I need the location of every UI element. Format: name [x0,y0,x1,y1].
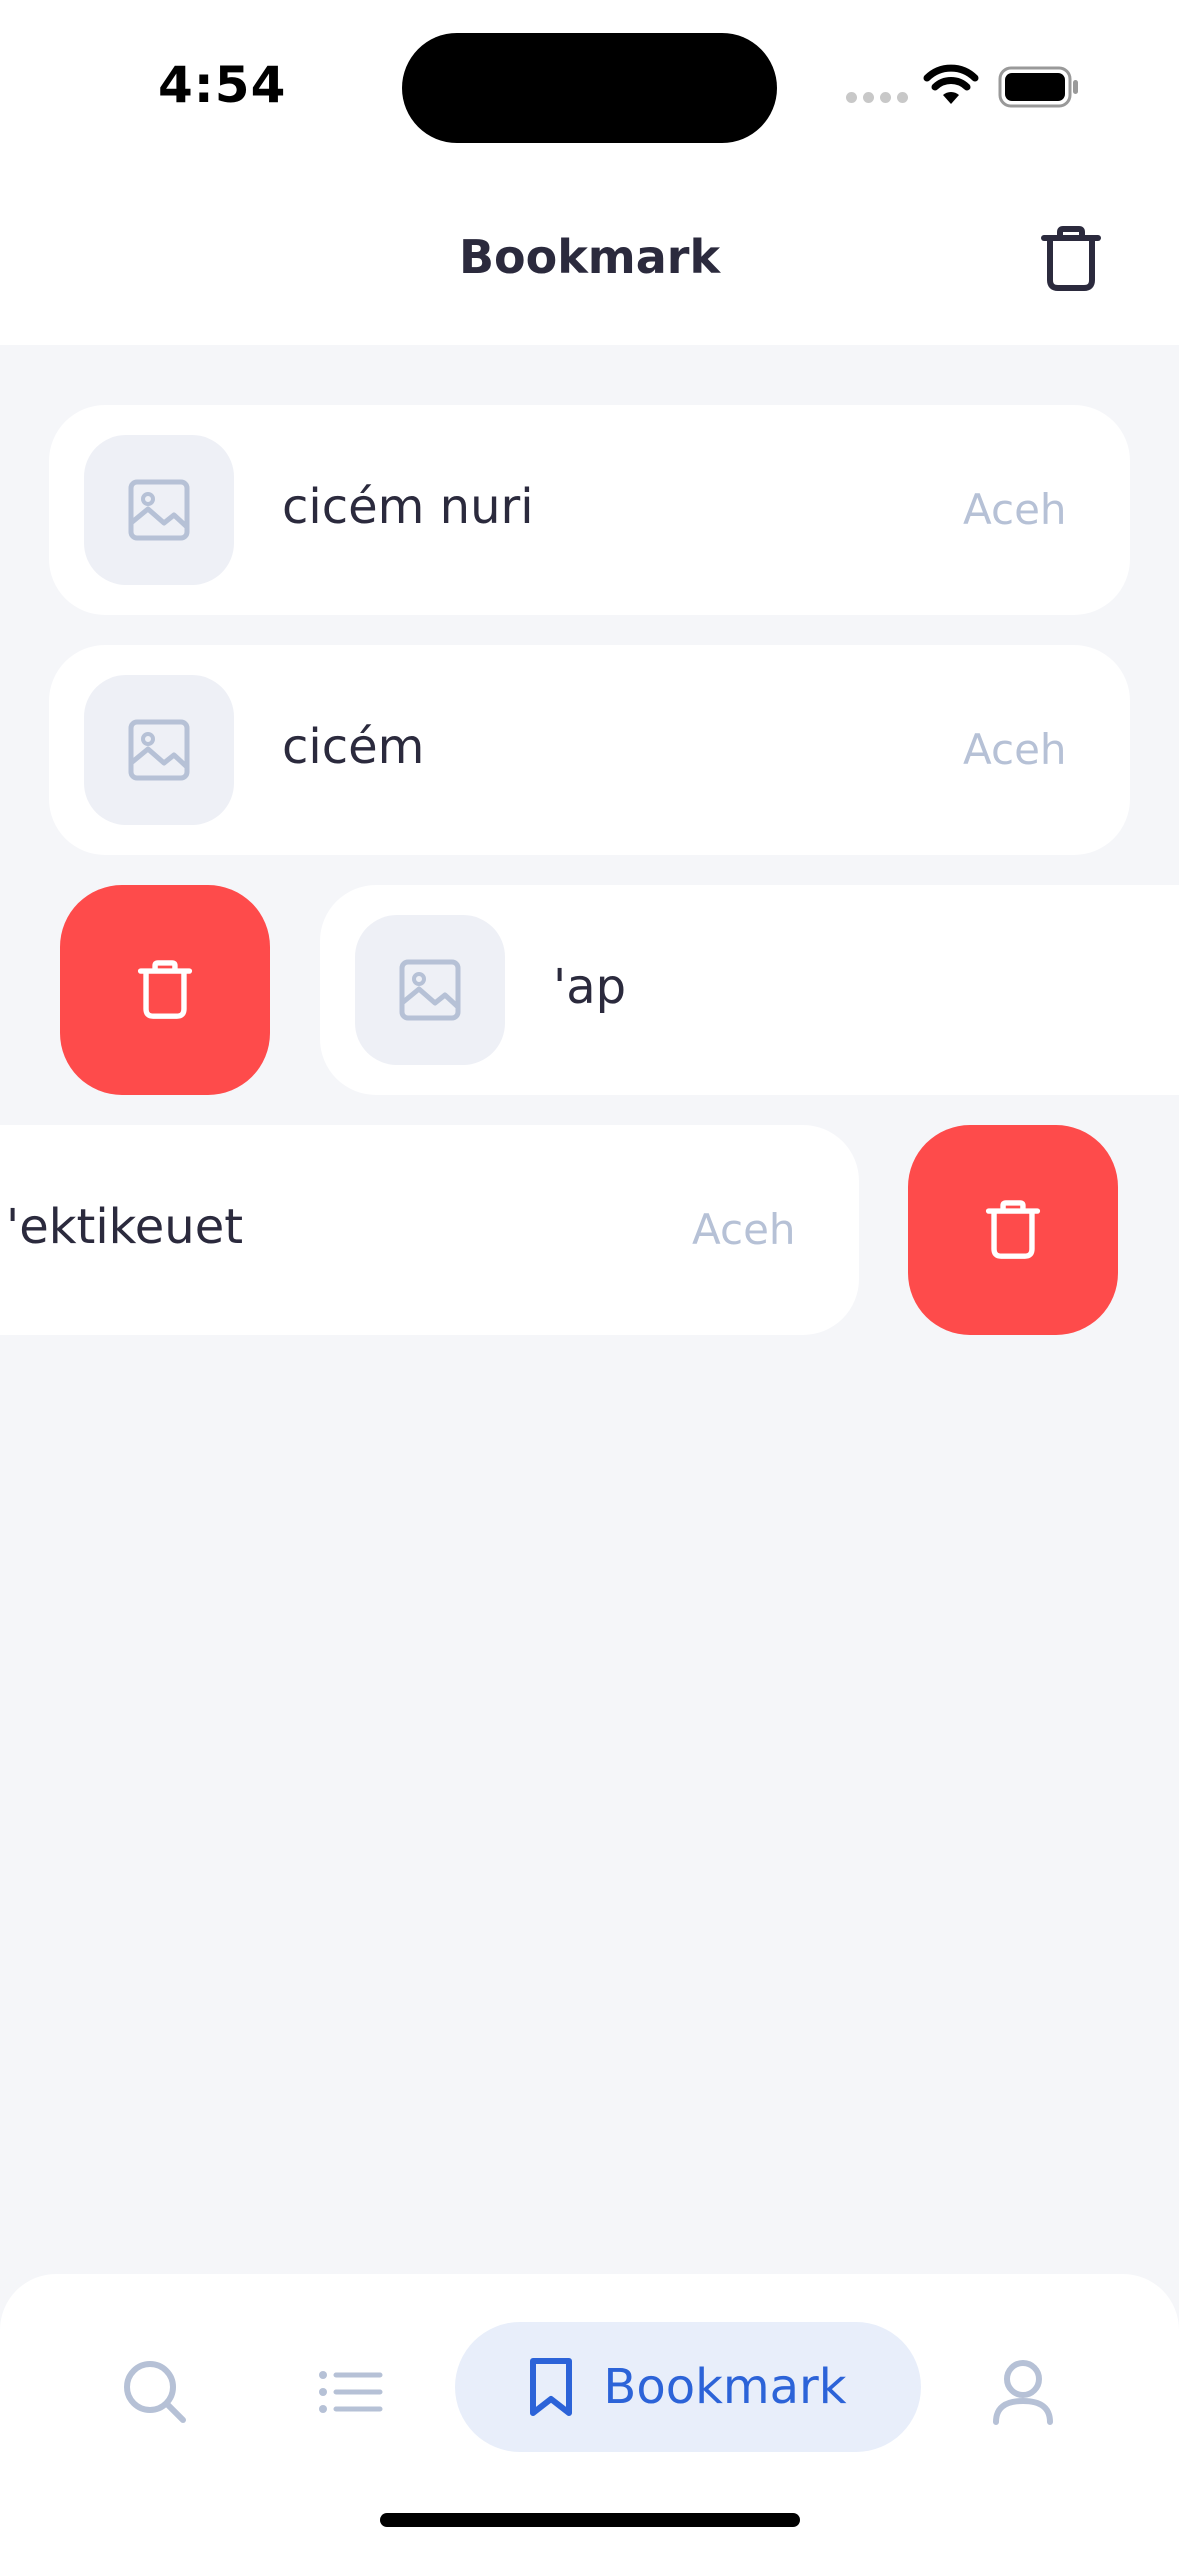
trash-icon[interactable] [1040,226,1102,292]
item-region: Aceh [692,1205,796,1254]
image-icon [399,959,461,1021]
image-icon [128,719,190,781]
battery-icon [998,66,1078,108]
page-title: Bookmark [458,230,721,284]
cellular-signal-icon [846,92,908,103]
image-icon [128,479,190,541]
item-title: cicém nuri [282,479,534,535]
item-title: cicém [282,719,425,775]
trash-icon [985,1200,1041,1259]
thumbnail-placeholder [84,435,234,585]
profile-icon [993,2360,1053,2425]
home-indicator [380,2513,800,2527]
nav-bookmark[interactable]: Bookmark [455,2322,921,2452]
thumbnail-placeholder [84,675,234,825]
delete-button[interactable] [60,885,270,1095]
item-title: 'ektikeuet [6,1199,244,1255]
item-region: Aceh [963,485,1067,534]
bookmark-icon [530,2358,573,2416]
status-bar: 4:54 [0,0,1179,170]
wifi-icon [923,64,979,104]
list-icon [319,2371,383,2413]
nav-list[interactable] [306,2347,396,2437]
app-header: Bookmark [0,170,1179,345]
bookmark-item[interactable]: cicém nuri Aceh [49,405,1130,615]
item-title: 'ap [553,959,627,1015]
nav-bookmark-label: Bookmark [603,2359,847,2415]
bookmark-item[interactable]: 'ap [320,885,1179,1095]
delete-button[interactable] [908,1125,1118,1335]
item-region: Aceh [963,725,1067,774]
dynamic-island [402,33,777,143]
bookmark-item[interactable]: cicém Aceh [49,645,1130,855]
bookmark-item[interactable]: 'ektikeuet Aceh [0,1125,859,1335]
bookmark-screen: 4:54 Bookmark cicém nuri Aceh cicém Aceh… [0,0,1179,2556]
nav-profile[interactable] [978,2347,1068,2437]
status-time: 4:54 [158,56,287,114]
thumbnail-placeholder [355,915,505,1065]
trash-icon [137,960,193,1019]
search-icon [124,2361,186,2423]
nav-search[interactable] [110,2347,200,2437]
